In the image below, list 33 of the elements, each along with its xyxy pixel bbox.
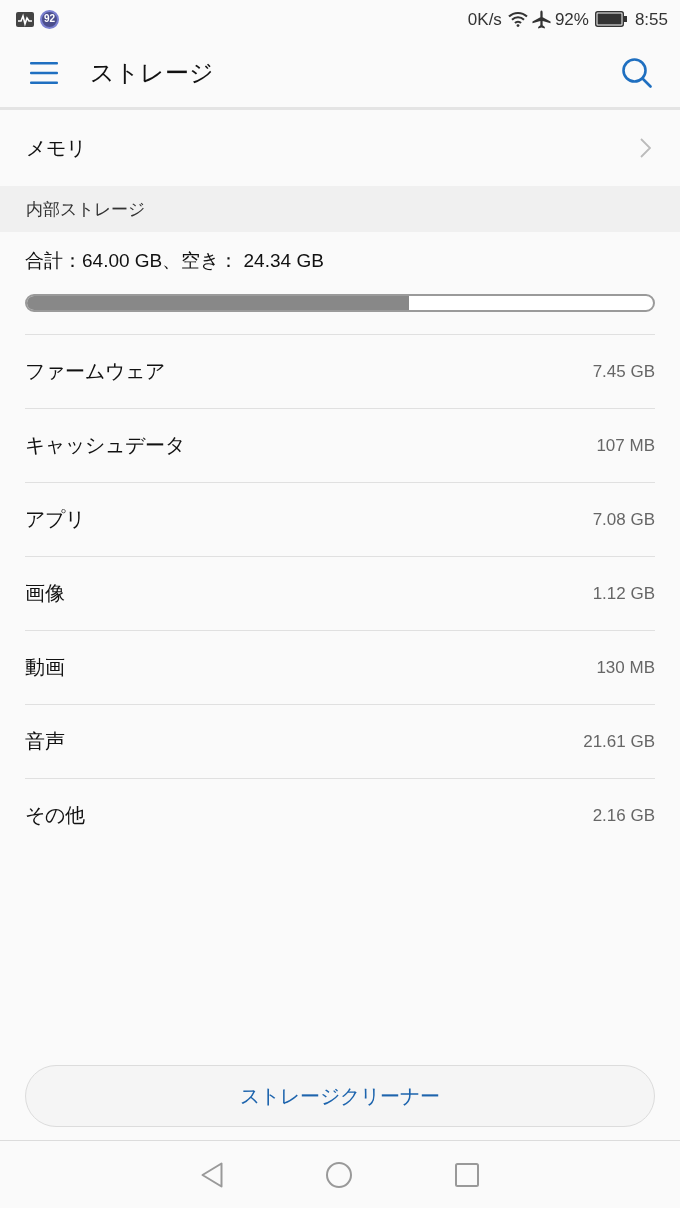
home-icon[interactable] — [326, 1161, 352, 1188]
airplane-icon — [531, 9, 551, 29]
category-label: アプリ — [25, 507, 85, 532]
category-label: 画像 — [25, 581, 65, 606]
category-size: 130 MB — [596, 657, 655, 678]
page-title: ストレージ — [90, 57, 215, 88]
back-icon[interactable] — [201, 1161, 223, 1188]
section-header: 内部ストレージ — [0, 186, 680, 232]
storage-cleaner-button[interactable]: ストレージクリーナー — [25, 1065, 655, 1127]
category-size: 1.12 GB — [592, 583, 655, 604]
category-label: キャッシュデータ — [25, 433, 185, 458]
category-size: 2.16 GB — [592, 805, 655, 826]
search-icon[interactable] — [622, 57, 652, 88]
category-label: 音声 — [25, 729, 65, 754]
battery-icon — [594, 11, 627, 27]
memory-row[interactable]: メモリ — [0, 110, 680, 186]
activity-monitor-icon — [16, 11, 34, 27]
category-size: 107 MB — [596, 435, 655, 456]
menu-icon[interactable] — [30, 61, 58, 84]
category-label: 動画 — [25, 655, 65, 680]
network-speed: 0K/s — [467, 10, 502, 28]
category-label: その他 — [25, 803, 85, 828]
battery-percent: 92% — [554, 10, 589, 28]
category-size: 7.08 GB — [592, 509, 655, 530]
storage-summary: 合計：64.00 GB、空き： 24.34 GB — [25, 249, 324, 273]
category-label: ファームウェア — [25, 359, 165, 384]
recent-apps-icon[interactable] — [455, 1162, 479, 1187]
category-size: 7.45 GB — [592, 361, 655, 382]
wifi-icon — [507, 11, 528, 27]
chevron-right-icon — [640, 138, 651, 158]
notification-badge: 92 — [40, 9, 59, 29]
clock-time: 8:55 — [634, 10, 668, 28]
category-size: 21.61 GB — [583, 731, 655, 752]
